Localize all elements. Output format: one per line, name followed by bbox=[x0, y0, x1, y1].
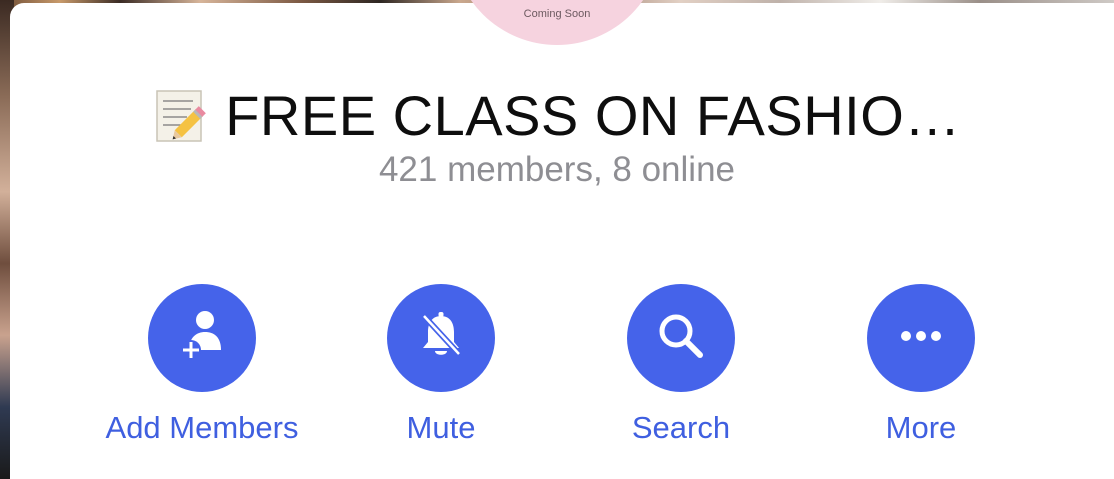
search-label: Search bbox=[631, 410, 731, 445]
search-circle[interactable] bbox=[627, 284, 735, 392]
more-button[interactable]: More bbox=[801, 284, 1041, 446]
action-bar: Add Members Mute Search More bbox=[0, 284, 1114, 454]
add-members-circle[interactable] bbox=[148, 284, 256, 392]
more-label: More bbox=[885, 410, 957, 445]
avatar-caption: Coming Soon bbox=[523, 8, 591, 20]
add-member-icon bbox=[172, 306, 232, 371]
memo-icon bbox=[153, 85, 213, 145]
member-count: 421 members, 8 online bbox=[378, 150, 736, 189]
search-button[interactable]: Search bbox=[561, 284, 801, 446]
group-title: FREE CLASS ON FASHIO… bbox=[225, 83, 961, 147]
search-icon bbox=[651, 306, 711, 371]
bell-slash-icon bbox=[411, 306, 471, 371]
more-circle[interactable] bbox=[867, 284, 975, 392]
add-members-button[interactable]: Add Members bbox=[82, 284, 322, 446]
add-members-label: Add Members bbox=[105, 410, 299, 445]
ellipsis-icon bbox=[891, 306, 951, 371]
mute-button[interactable]: Mute bbox=[321, 284, 561, 446]
mute-label: Mute bbox=[406, 410, 476, 445]
mute-circle[interactable] bbox=[387, 284, 495, 392]
group-title-row: FREE CLASS ON FASHIO… bbox=[0, 80, 1114, 150]
